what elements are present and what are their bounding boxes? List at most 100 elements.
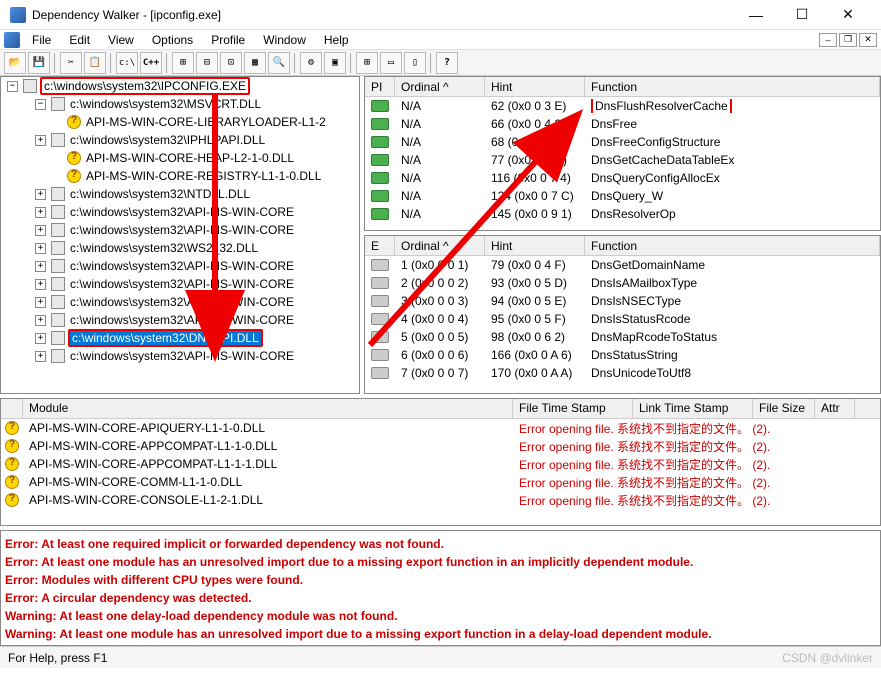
- module-row[interactable]: API-MS-WIN-CORE-APPCOMPAT-L1-1-0.DLL Err…: [1, 437, 880, 455]
- tb-cpp[interactable]: C++: [140, 52, 162, 74]
- import-function-list[interactable]: PI Ordinal ^ Hint Function N/A 62 (0x0 0…: [364, 76, 881, 231]
- tb-copy[interactable]: 📋: [84, 52, 106, 74]
- expand-icon[interactable]: +: [35, 207, 46, 218]
- expand-icon[interactable]: +: [35, 279, 46, 290]
- mdi-close-button[interactable]: ✕: [859, 33, 877, 47]
- tree-item[interactable]: + c:\windows\system32\DNSAPI.DLL: [1, 329, 359, 347]
- menu-file[interactable]: File: [24, 31, 59, 49]
- module-row[interactable]: API-MS-WIN-CORE-COMM-L1-1-0.DLL Error op…: [1, 473, 880, 491]
- tb-view5[interactable]: 🔍: [268, 52, 290, 74]
- col-ordinal[interactable]: Ordinal ^: [395, 77, 485, 96]
- tree-item[interactable]: + c:\windows\system32\IPHLPAPI.DLL: [1, 131, 359, 149]
- menu-help[interactable]: Help: [316, 31, 357, 49]
- tb-view1[interactable]: ⊞: [172, 52, 194, 74]
- tb-p2[interactable]: ▣: [324, 52, 346, 74]
- tb-a1[interactable]: ⊞: [356, 52, 378, 74]
- module-row[interactable]: API-MS-WIN-CORE-CONSOLE-L1-2-1.DLL Error…: [1, 491, 880, 509]
- expand-icon[interactable]: +: [35, 315, 46, 326]
- tb-view3[interactable]: ⊡: [220, 52, 242, 74]
- col-module[interactable]: Module: [23, 399, 513, 418]
- e-icon: [371, 313, 389, 325]
- col-attr[interactable]: Attr: [815, 399, 855, 418]
- tb-cut[interactable]: ✂: [60, 52, 82, 74]
- maximize-button[interactable]: ☐: [779, 1, 825, 29]
- tree-item[interactable]: − c:\windows\system32\MSVCRT.DLL: [1, 95, 359, 113]
- tree-item[interactable]: + c:\windows\system32\API-MS-WIN-CORE: [1, 275, 359, 293]
- mdi-restore-button[interactable]: ❐: [839, 33, 857, 47]
- export-row[interactable]: 3 (0x0 0 0 3) 94 (0x0 0 5 E) DnsIsNSECTy…: [365, 292, 880, 310]
- col-ordinal[interactable]: Ordinal ^: [395, 236, 485, 255]
- import-row[interactable]: N/A 77 (0x0 0 4 D) DnsGetCacheDataTableE…: [365, 151, 880, 169]
- export-function-list[interactable]: E Ordinal ^ Hint Function 1 (0x0 0 0 1) …: [364, 235, 881, 394]
- tree-item[interactable]: + c:\windows\system32\WS2_32.DLL: [1, 239, 359, 257]
- expand-icon[interactable]: +: [35, 297, 46, 308]
- close-button[interactable]: ✕: [825, 1, 871, 29]
- menu-options[interactable]: Options: [144, 31, 201, 49]
- tb-p1[interactable]: ⚙: [300, 52, 322, 74]
- import-row[interactable]: N/A 124 (0x0 0 7 C) DnsQuery_W: [365, 187, 880, 205]
- col-function[interactable]: Function: [585, 77, 880, 96]
- module-list[interactable]: Module File Time Stamp Link Time Stamp F…: [0, 398, 881, 526]
- module-row[interactable]: API-MS-WIN-CORE-APIQUERY-L1-1-0.DLL Erro…: [1, 419, 880, 437]
- col-function[interactable]: Function: [585, 236, 880, 255]
- tree-item[interactable]: + c:\windows\system32\NTDLL.DLL: [1, 185, 359, 203]
- export-row[interactable]: 6 (0x0 0 0 6) 166 (0x0 0 A 6) DnsStatusS…: [365, 346, 880, 364]
- tree-item[interactable]: + c:\windows\system32\API-MS-WIN-CORE: [1, 203, 359, 221]
- log-pane[interactable]: Error: At least one required implicit or…: [0, 530, 881, 646]
- import-row[interactable]: N/A 145 (0x0 0 9 1) DnsResolverOp: [365, 205, 880, 223]
- col-lts[interactable]: Link Time Stamp: [633, 399, 753, 418]
- export-row[interactable]: 7 (0x0 0 0 7) 170 (0x0 0 A A) DnsUnicode…: [365, 364, 880, 382]
- tree-item[interactable]: + c:\windows\system32\API-MS-WIN-CORE: [1, 347, 359, 365]
- expand-icon[interactable]: +: [35, 351, 46, 362]
- import-row[interactable]: N/A 66 (0x0 0 4 2) DnsFree: [365, 115, 880, 133]
- col-fts[interactable]: File Time Stamp: [513, 399, 633, 418]
- col-e[interactable]: E: [365, 236, 395, 255]
- tb-open[interactable]: 📂: [4, 52, 26, 74]
- tree-item[interactable]: API-MS-WIN-CORE-HEAP-L2-1-0.DLL: [1, 149, 359, 167]
- export-row[interactable]: 1 (0x0 0 0 1) 79 (0x0 0 4 F) DnsGetDomai…: [365, 256, 880, 274]
- col-hint[interactable]: Hint: [485, 77, 585, 96]
- menu-profile[interactable]: Profile: [203, 31, 253, 49]
- tree-root[interactable]: − c:\windows\system32\IPCONFIG.EXE: [1, 77, 359, 95]
- mdi-minimize-button[interactable]: –: [819, 33, 837, 47]
- expand-icon[interactable]: +: [35, 225, 46, 236]
- col-hint[interactable]: Hint: [485, 236, 585, 255]
- import-row[interactable]: N/A 116 (0x0 0 7 4) DnsQueryConfigAllocE…: [365, 169, 880, 187]
- col-fs[interactable]: File Size: [753, 399, 815, 418]
- col-pi[interactable]: PI: [365, 77, 395, 96]
- tree-item[interactable]: + c:\windows\system32\API-MS-WIN-CORE: [1, 293, 359, 311]
- tree-item[interactable]: + c:\windows\system32\API-MS-WIN-CORE: [1, 311, 359, 329]
- module-tree[interactable]: − c:\windows\system32\IPCONFIG.EXE − c:\…: [0, 76, 360, 394]
- question-icon: [5, 475, 19, 489]
- menu-edit[interactable]: Edit: [61, 31, 98, 49]
- export-row[interactable]: 5 (0x0 0 0 5) 98 (0x0 0 6 2) DnsMapRcode…: [365, 328, 880, 346]
- expand-icon[interactable]: +: [35, 243, 46, 254]
- expand-icon[interactable]: −: [7, 81, 18, 92]
- tree-item[interactable]: + c:\windows\system32\API-MS-WIN-CORE: [1, 221, 359, 239]
- export-row[interactable]: 4 (0x0 0 0 4) 95 (0x0 0 5 F) DnsIsStatus…: [365, 310, 880, 328]
- tb-view4[interactable]: ▦: [244, 52, 266, 74]
- expand-icon[interactable]: +: [35, 333, 46, 344]
- expand-icon[interactable]: +: [35, 189, 46, 200]
- tb-path[interactable]: c:\: [116, 52, 138, 74]
- minimize-button[interactable]: —: [733, 1, 779, 29]
- expand-icon[interactable]: −: [35, 99, 46, 110]
- tb-a2[interactable]: ▭: [380, 52, 402, 74]
- module-row[interactable]: API-MS-WIN-CORE-APPCOMPAT-L1-1-1.DLL Err…: [1, 455, 880, 473]
- menu-view[interactable]: View: [100, 31, 142, 49]
- expand-icon[interactable]: +: [35, 261, 46, 272]
- tree-item[interactable]: API-MS-WIN-CORE-LIBRARYLOADER-L1-2: [1, 113, 359, 131]
- expand-icon[interactable]: +: [35, 135, 46, 146]
- tb-a3[interactable]: ▯: [404, 52, 426, 74]
- menu-window[interactable]: Window: [255, 31, 314, 49]
- tb-view2[interactable]: ⊟: [196, 52, 218, 74]
- tb-help[interactable]: ?: [436, 52, 458, 74]
- import-row[interactable]: N/A 68 (0x0 0 4 4) DnsFreeConfigStructur…: [365, 133, 880, 151]
- tb-save[interactable]: 💾: [28, 52, 50, 74]
- tree-item[interactable]: + c:\windows\system32\API-MS-WIN-CORE: [1, 257, 359, 275]
- log-line: Error: Modules with different CPU types …: [5, 571, 876, 589]
- import-row[interactable]: N/A 62 (0x0 0 3 E) DnsFlushResolverCache: [365, 97, 880, 115]
- tree-item[interactable]: API-MS-WIN-CORE-REGISTRY-L1-1-0.DLL: [1, 167, 359, 185]
- export-row[interactable]: 2 (0x0 0 0 2) 93 (0x0 0 5 D) DnsIsAMailb…: [365, 274, 880, 292]
- col-icon[interactable]: [1, 399, 23, 418]
